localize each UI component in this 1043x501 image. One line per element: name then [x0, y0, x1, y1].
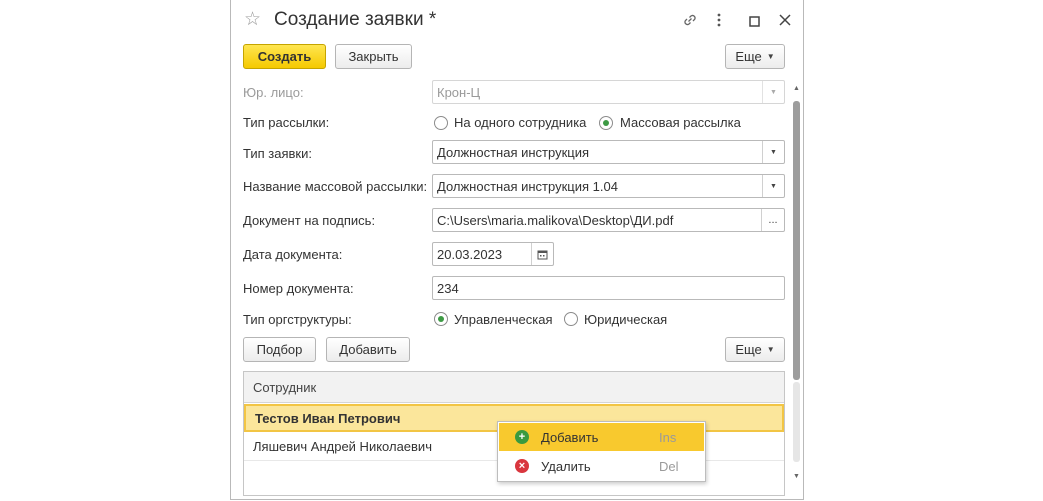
context-menu-item-delete[interactable]: × Удалить Del [499, 452, 704, 480]
table-more-label: Еще [735, 342, 762, 357]
scrollbar-thumb[interactable] [793, 101, 800, 380]
table-more-button[interactable]: Еще ▼ [725, 337, 785, 362]
calendar-icon[interactable] [531, 243, 553, 265]
dropdown-arrow-icon[interactable]: ▼ [762, 175, 784, 197]
radio-mass-mailing[interactable] [599, 116, 613, 130]
scroll-up-icon[interactable]: ▲ [793, 85, 800, 92]
table-cell: Ляшевич Андрей Николаевич [253, 438, 432, 454]
browse-button[interactable]: ... [761, 209, 784, 231]
mass-mailing-name-value: Должностная инструкция 1.04 [437, 178, 618, 194]
add-icon: + [515, 430, 529, 444]
document-to-sign-label: Документ на подпись: [243, 213, 376, 228]
legal-entity-label: Юр. лицо: [243, 85, 304, 100]
request-type-value: Должностная инструкция [437, 144, 590, 160]
window-title: Создание заявки * [274, 9, 437, 30]
column-header-employee[interactable]: Сотрудник [244, 372, 784, 403]
document-date-label: Дата документа: [243, 247, 343, 262]
request-type-select[interactable]: Должностная инструкция ▼ [432, 140, 785, 164]
legal-entity-field: Крон-Ц ▼ [432, 80, 785, 104]
dropdown-arrow-icon[interactable]: ▼ [762, 141, 784, 163]
vertical-scrollbar[interactable]: ▲ ▼ [792, 85, 802, 487]
document-number-value: 234 [437, 280, 459, 296]
radio-legal[interactable] [564, 312, 578, 326]
radio-single-employee[interactable] [434, 116, 448, 130]
document-date-value: 20.03.2023 [437, 246, 503, 262]
more-label: Еще [735, 49, 762, 64]
document-number-field[interactable]: 234 [432, 276, 785, 300]
document-path-value: C:\Users\maria.malikova\Desktop\ДИ.pdf [437, 212, 674, 228]
table-cell: Тестов Иван Петрович [255, 410, 401, 426]
dropdown-arrow-icon: ▼ [762, 81, 784, 103]
maximize-icon[interactable] [749, 15, 760, 30]
pick-button[interactable]: Подбор [243, 337, 316, 362]
mailing-type-label: Тип рассылки: [243, 115, 330, 130]
radio-managerial-label[interactable]: Управленческая [454, 312, 553, 327]
radio-mass-mailing-label[interactable]: Массовая рассылка [620, 115, 741, 130]
mass-mailing-name-select[interactable]: Должностная инструкция 1.04 ▼ [432, 174, 785, 198]
create-button[interactable]: Создать [243, 44, 326, 69]
radio-legal-label[interactable]: Юридическая [584, 312, 667, 327]
context-menu-item-add[interactable]: + Добавить Ins [499, 423, 704, 451]
chevron-down-icon: ▼ [766, 345, 775, 354]
close-icon[interactable] [779, 14, 791, 29]
close-button[interactable]: Закрыть [335, 44, 412, 69]
add-button[interactable]: Добавить [326, 337, 410, 362]
legal-entity-value: Крон-Ц [437, 84, 481, 100]
context-menu-delete-shortcut: Del [659, 458, 679, 474]
context-menu-add-label: Добавить [541, 429, 599, 445]
document-number-label: Номер документа: [243, 281, 354, 296]
more-icon[interactable] [717, 13, 721, 30]
org-structure-type-label: Тип оргструктуры: [243, 312, 352, 327]
request-type-label: Тип заявки: [243, 146, 312, 161]
radio-single-employee-label[interactable]: На одного сотрудника [454, 115, 586, 130]
more-button[interactable]: Еще ▼ [725, 44, 785, 69]
document-date-field[interactable]: 20.03.2023 [432, 242, 554, 266]
delete-icon: × [515, 459, 529, 473]
mass-mailing-name-label: Название массовой рассылки: [243, 179, 428, 194]
context-menu-add-shortcut: Ins [659, 429, 677, 445]
radio-managerial[interactable] [434, 312, 448, 326]
scroll-down-icon[interactable]: ▼ [793, 473, 800, 480]
context-menu-delete-label: Удалить [541, 458, 591, 474]
context-menu: + Добавить Ins × Удалить Del [497, 421, 706, 482]
document-path-field[interactable]: C:\Users\maria.malikova\Desktop\ДИ.pdf .… [432, 208, 785, 232]
link-icon[interactable] [682, 12, 698, 31]
chevron-down-icon: ▼ [766, 52, 775, 61]
scrollbar-track[interactable] [793, 382, 800, 462]
star-icon[interactable]: ☆ [244, 10, 261, 29]
